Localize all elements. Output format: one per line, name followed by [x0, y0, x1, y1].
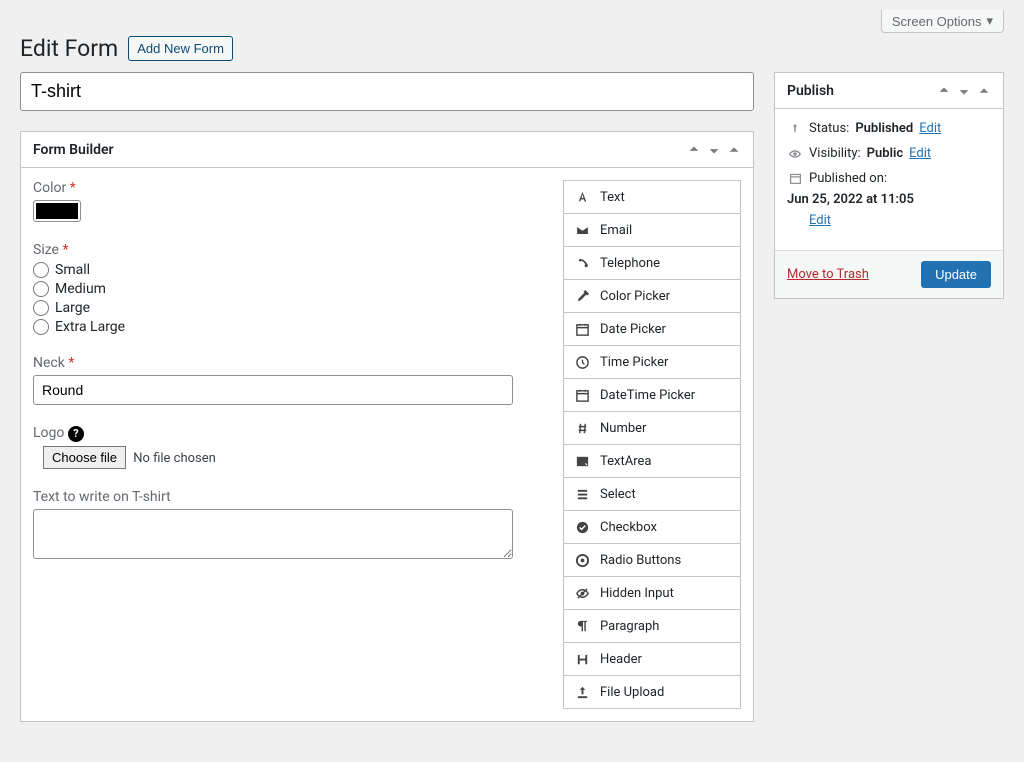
calendar-icon: [574, 387, 590, 403]
list-icon: [574, 486, 590, 502]
color-swatch[interactable]: [33, 200, 81, 222]
eyedropper-icon: [574, 288, 590, 304]
status-label: Status:: [809, 121, 849, 136]
pin-icon: [787, 123, 803, 135]
eye-slash-icon: [574, 585, 590, 601]
field-type-textarea[interactable]: TextArea: [564, 445, 740, 478]
file-status: No file chosen: [133, 451, 216, 466]
calendar-icon: [787, 172, 803, 185]
screen-options-button[interactable]: Screen Options ▾: [881, 10, 1004, 33]
check-circle-icon: [574, 519, 590, 535]
move-down-icon[interactable]: [707, 143, 721, 157]
size-label: Size *: [33, 242, 543, 258]
field-type-colorpicker[interactable]: Color Picker: [564, 280, 740, 313]
publish-title: Publish: [787, 83, 834, 99]
field-type-number[interactable]: Number: [564, 412, 740, 445]
color-label: Color *: [33, 180, 543, 196]
text-on-textarea[interactable]: [33, 509, 513, 559]
neck-label: Neck *: [33, 355, 543, 371]
form-title-input[interactable]: [20, 72, 754, 111]
help-icon[interactable]: ?: [68, 426, 84, 442]
field-type-hidden[interactable]: Hidden Input: [564, 577, 740, 610]
field-type-email[interactable]: Email: [564, 214, 740, 247]
phone-icon: [574, 255, 590, 271]
field-type-telephone[interactable]: Telephone: [564, 247, 740, 280]
field-type-text[interactable]: Text: [564, 181, 740, 214]
toggle-panel-icon[interactable]: [977, 84, 991, 98]
calendar-icon: [574, 321, 590, 337]
edit-status-link[interactable]: Edit: [919, 121, 941, 136]
field-type-header[interactable]: Header: [564, 643, 740, 676]
field-type-fileupload[interactable]: File Upload: [564, 676, 740, 708]
email-icon: [574, 222, 590, 238]
field-type-datetimepicker[interactable]: DateTime Picker: [564, 379, 740, 412]
size-option-xlarge[interactable]: Extra Large: [33, 319, 543, 335]
neck-input[interactable]: [33, 375, 513, 405]
chevron-down-icon: ▾: [986, 13, 993, 29]
radio-icon: [574, 552, 590, 568]
edit-date-link[interactable]: Edit: [809, 213, 991, 228]
move-up-icon[interactable]: [937, 84, 951, 98]
visibility-label: Visibility:: [809, 146, 861, 161]
edit-visibility-link[interactable]: Edit: [909, 146, 931, 161]
size-option-large[interactable]: Large: [33, 300, 543, 316]
header-icon: [574, 651, 590, 667]
hash-icon: [574, 420, 590, 436]
field-type-timepicker[interactable]: Time Picker: [564, 346, 740, 379]
clock-icon: [574, 354, 590, 370]
form-builder-box: Form Builder Color * Size *: [20, 131, 754, 722]
eye-icon: [787, 147, 803, 161]
update-button[interactable]: Update: [921, 261, 991, 288]
form-builder-title: Form Builder: [33, 142, 114, 158]
paragraph-icon: [574, 618, 590, 634]
move-up-icon[interactable]: [687, 143, 701, 157]
field-type-checkbox[interactable]: Checkbox: [564, 511, 740, 544]
text-icon: [574, 189, 590, 205]
screen-options-label: Screen Options: [892, 14, 982, 29]
visibility-value: Public: [867, 146, 903, 161]
field-type-datepicker[interactable]: Date Picker: [564, 313, 740, 346]
choose-file-button[interactable]: Choose file: [43, 446, 126, 469]
add-new-form-button[interactable]: Add New Form: [128, 36, 233, 61]
published-label: Published on:: [809, 171, 887, 186]
page-title: Edit Form: [20, 35, 118, 62]
field-type-select[interactable]: Select: [564, 478, 740, 511]
field-type-paragraph[interactable]: Paragraph: [564, 610, 740, 643]
move-down-icon[interactable]: [957, 84, 971, 98]
publish-box: Publish Status: Published Edit: [774, 72, 1004, 299]
size-option-medium[interactable]: Medium: [33, 281, 543, 297]
published-value: Jun 25, 2022 at 11:05: [787, 192, 914, 207]
status-value: Published: [855, 121, 913, 136]
upload-icon: [574, 684, 590, 700]
size-option-small[interactable]: Small: [33, 262, 543, 278]
field-types-list: Text Email Telephone Color Picker Date P…: [563, 180, 741, 709]
move-to-trash-link[interactable]: Move to Trash: [787, 267, 869, 282]
textarea-icon: [574, 453, 590, 469]
text-on-label: Text to write on T-shirt: [33, 489, 543, 505]
toggle-panel-icon[interactable]: [727, 143, 741, 157]
logo-label: Logo ?: [33, 425, 543, 442]
field-type-radio[interactable]: Radio Buttons: [564, 544, 740, 577]
